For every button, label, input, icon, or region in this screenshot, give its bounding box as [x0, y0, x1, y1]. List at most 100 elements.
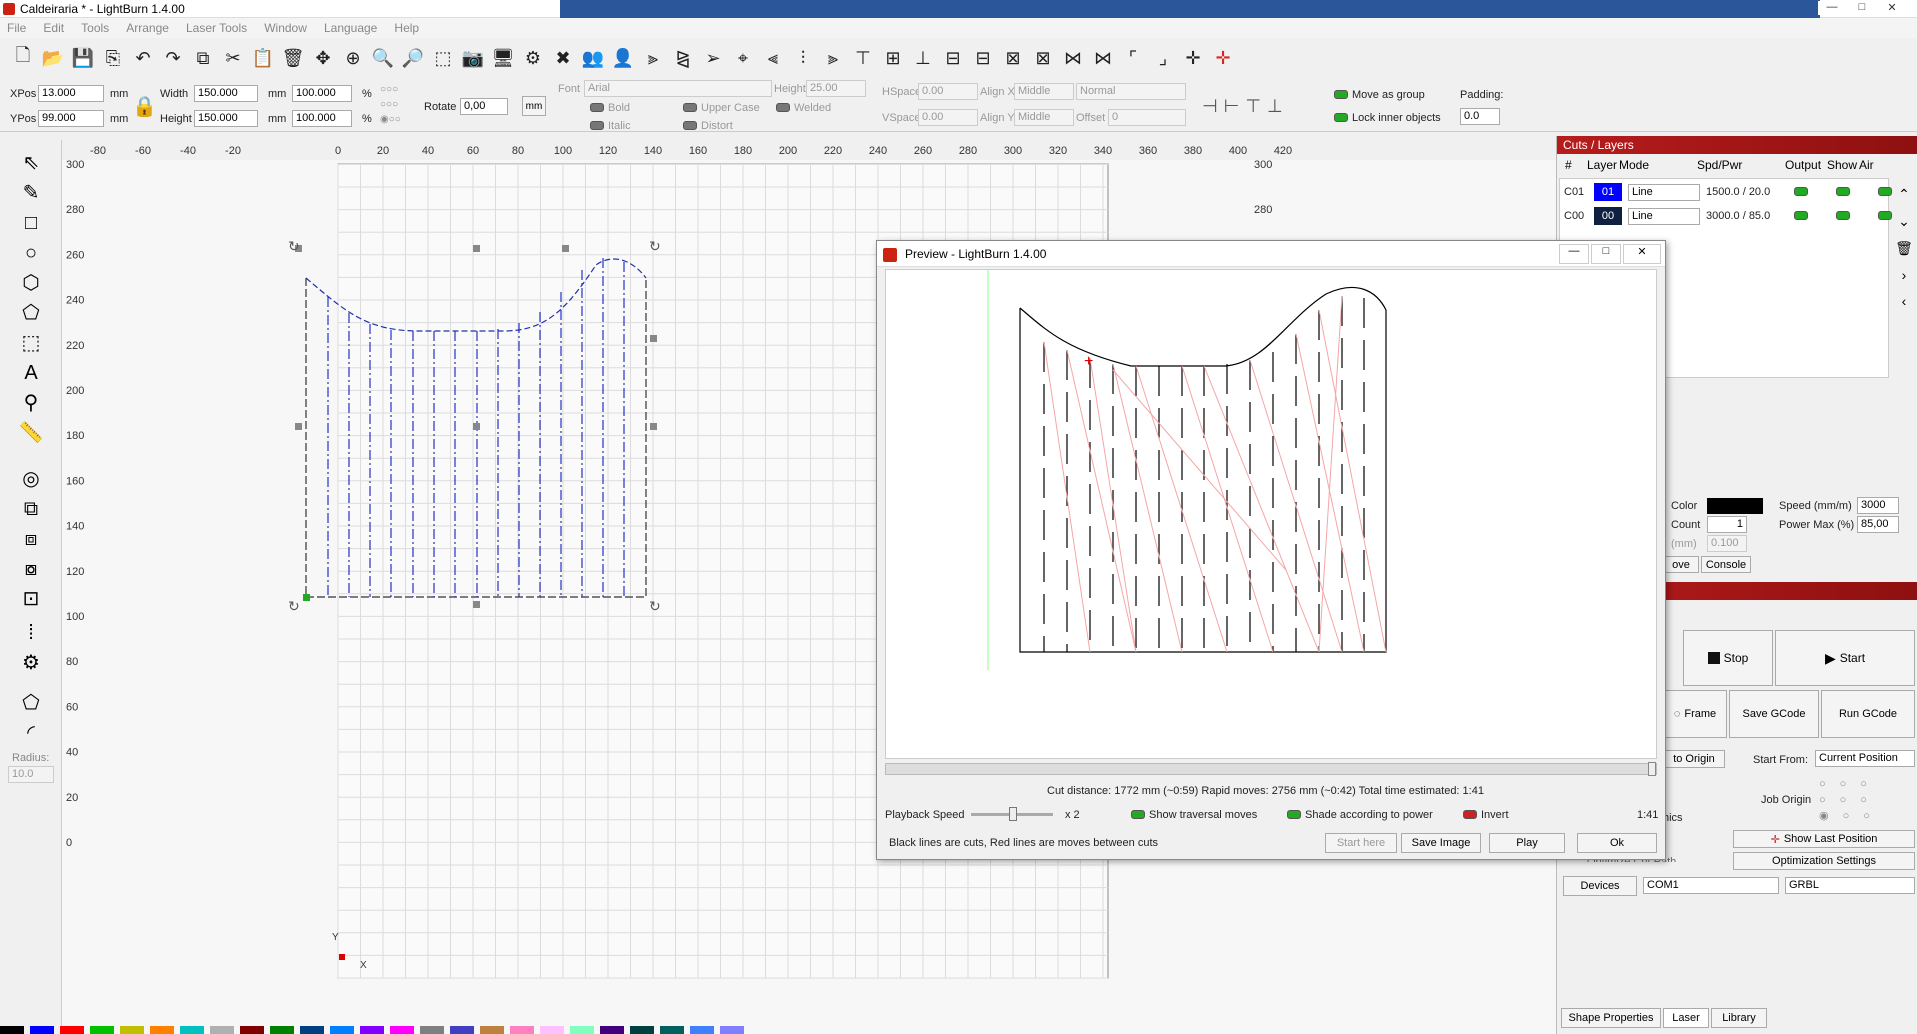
paste-icon[interactable]: 📋	[250, 45, 276, 71]
palette-swatch[interactable]	[270, 1026, 294, 1034]
hspace-input[interactable]: 0.00	[918, 83, 978, 100]
undo-icon[interactable]: ↶	[130, 45, 156, 71]
minimize-button[interactable]: —	[1818, 1, 1846, 15]
xpos-input[interactable]: 13.000	[38, 85, 104, 102]
align-right-icon[interactable]: ⫸	[820, 45, 846, 71]
palette-swatch[interactable]	[600, 1026, 624, 1034]
weld-icon[interactable]: ⊡	[18, 586, 44, 612]
show-traversal-toggle[interactable]	[1131, 810, 1145, 819]
close-button[interactable]: ✕	[1878, 1, 1906, 15]
preview-close-button[interactable]: ✕	[1623, 244, 1661, 264]
dist-center-v-icon[interactable]: ⊠	[1030, 45, 1056, 71]
align-top-icon[interactable]: ⊤	[850, 45, 876, 71]
rotate-input[interactable]: 0,00	[460, 98, 508, 115]
menu-edit[interactable]: Edit	[36, 18, 71, 38]
air-toggle[interactable]	[1878, 187, 1892, 196]
palette-swatch[interactable]	[300, 1026, 324, 1034]
job-origin-radio-grid[interactable]: ○○○ ○○○ ◉○○	[1819, 776, 1884, 824]
save-image-button[interactable]: Save Image	[1401, 833, 1481, 853]
trash-icon[interactable]: 🗑	[1895, 240, 1913, 257]
text-icon[interactable]: A	[18, 360, 44, 386]
frame-button[interactable]: ◌ Frame	[1663, 690, 1727, 738]
palette-swatch[interactable]	[240, 1026, 264, 1034]
ok-button[interactable]: Ok	[1577, 833, 1657, 853]
corner-br-icon[interactable]: ⌟	[1150, 45, 1176, 71]
optimization-settings-button[interactable]: Optimization Settings	[1733, 852, 1915, 870]
menu-help[interactable]: Help	[387, 18, 426, 38]
play-button[interactable]: Play	[1489, 833, 1565, 853]
palette-swatch[interactable]	[150, 1026, 174, 1034]
ypos-input[interactable]: 99.000	[38, 110, 104, 127]
select-frame-icon[interactable]: ⬚	[430, 45, 456, 71]
boolean-subtract-icon[interactable]: ⧈	[18, 526, 44, 552]
distribute-v-icon[interactable]: ⊟	[970, 45, 996, 71]
frame-icon[interactable]: ⬚	[18, 330, 44, 356]
palette-swatch[interactable]	[60, 1026, 84, 1034]
palette-swatch[interactable]	[570, 1026, 594, 1034]
save-icon[interactable]: 💾	[70, 45, 96, 71]
upper-case-toggle[interactable]	[683, 103, 697, 112]
boolean-union-icon[interactable]: ⧉	[18, 496, 44, 522]
import-icon[interactable]: ⎘	[100, 45, 126, 71]
vspace-input[interactable]: 0.00	[918, 109, 978, 126]
layer-chip[interactable]: 00	[1594, 207, 1622, 225]
text-style-select[interactable]: Normal	[1076, 83, 1186, 100]
zoom-out-icon[interactable]: 🔎	[400, 45, 426, 71]
width-percent-input[interactable]: 100.000	[292, 85, 352, 102]
align-bottom-icon[interactable]: ⊥	[910, 45, 936, 71]
rectangle-icon[interactable]: □	[18, 210, 44, 236]
start-from-select[interactable]: Current Position	[1815, 750, 1915, 767]
settings-icon[interactable]: ⚙	[520, 45, 546, 71]
tools-icon[interactable]: ✖	[550, 45, 576, 71]
go-to-origin-button[interactable]: to Origin	[1663, 750, 1725, 768]
offset-icon[interactable]: ◎	[18, 466, 44, 492]
grid-array-icon[interactable]: ⁞	[18, 620, 44, 646]
devices-button[interactable]: Devices	[1563, 876, 1637, 896]
air-toggle[interactable]	[1878, 211, 1892, 220]
distort-toggle[interactable]	[683, 121, 697, 130]
palette-swatch[interactable]	[720, 1026, 744, 1034]
new-icon[interactable]: 🗋	[10, 45, 36, 71]
table-row[interactable]: C01 01 Line 1500.0 / 20.0	[1560, 181, 1892, 203]
align-y-select[interactable]: Middle	[1014, 109, 1074, 126]
port-select[interactable]: COM1	[1643, 877, 1779, 894]
firmware-select[interactable]: GRBL	[1785, 877, 1915, 894]
pentagon-icon[interactable]: ⬠	[18, 300, 44, 326]
monitor-icon[interactable]: 🖥	[490, 45, 516, 71]
palette-swatch[interactable]	[480, 1026, 504, 1034]
start-here-button[interactable]: Start here	[1325, 833, 1397, 853]
measure-icon[interactable]: 📏	[18, 420, 44, 446]
crosshair-icon[interactable]: ✛	[1180, 45, 1206, 71]
copy-icon[interactable]: ⧉	[190, 45, 216, 71]
palette-swatch[interactable]	[690, 1026, 714, 1034]
offset-input[interactable]: 0	[1108, 109, 1186, 126]
user-icon[interactable]: 👤	[610, 45, 636, 71]
palette-swatch[interactable]	[660, 1026, 684, 1034]
align-middle-icon[interactable]: ⊞	[880, 45, 906, 71]
tab-library[interactable]: Library	[1711, 1008, 1767, 1028]
shade-power-toggle[interactable]	[1287, 810, 1301, 819]
palette-swatch[interactable]	[360, 1026, 384, 1034]
invert-toggle[interactable]	[1463, 810, 1477, 819]
palette-swatch[interactable]	[540, 1026, 564, 1034]
radius-input[interactable]: 10.0	[8, 766, 54, 783]
preview-canvas[interactable]: +	[885, 269, 1657, 759]
lock-inner-toggle[interactable]	[1334, 113, 1348, 122]
palette-swatch[interactable]	[0, 1026, 24, 1034]
table-row[interactable]: C00 00 Line 3000.0 / 85.0	[1560, 205, 1892, 227]
flip-h-icon[interactable]: ⫸	[640, 45, 666, 71]
output-toggle[interactable]	[1794, 211, 1808, 220]
playback-thumb[interactable]	[1009, 807, 1017, 821]
palette-swatch[interactable]	[210, 1026, 234, 1034]
lock-icon[interactable]: 🔒	[132, 94, 157, 119]
preview-maximize-button[interactable]: □	[1591, 244, 1621, 264]
preview-timeline-slider[interactable]	[885, 762, 1657, 776]
palette-swatch[interactable]	[90, 1026, 114, 1034]
distribute-h-icon[interactable]: ⊟	[940, 45, 966, 71]
preview-minimize-button[interactable]: —	[1559, 244, 1589, 264]
corner-tl-icon[interactable]: ⌜	[1120, 45, 1146, 71]
output-toggle[interactable]	[1794, 187, 1808, 196]
height-percent-input[interactable]: 100.000	[292, 110, 352, 127]
stop-button[interactable]: Stop	[1683, 630, 1773, 686]
align-left-icon[interactable]: ⫷	[760, 45, 786, 71]
